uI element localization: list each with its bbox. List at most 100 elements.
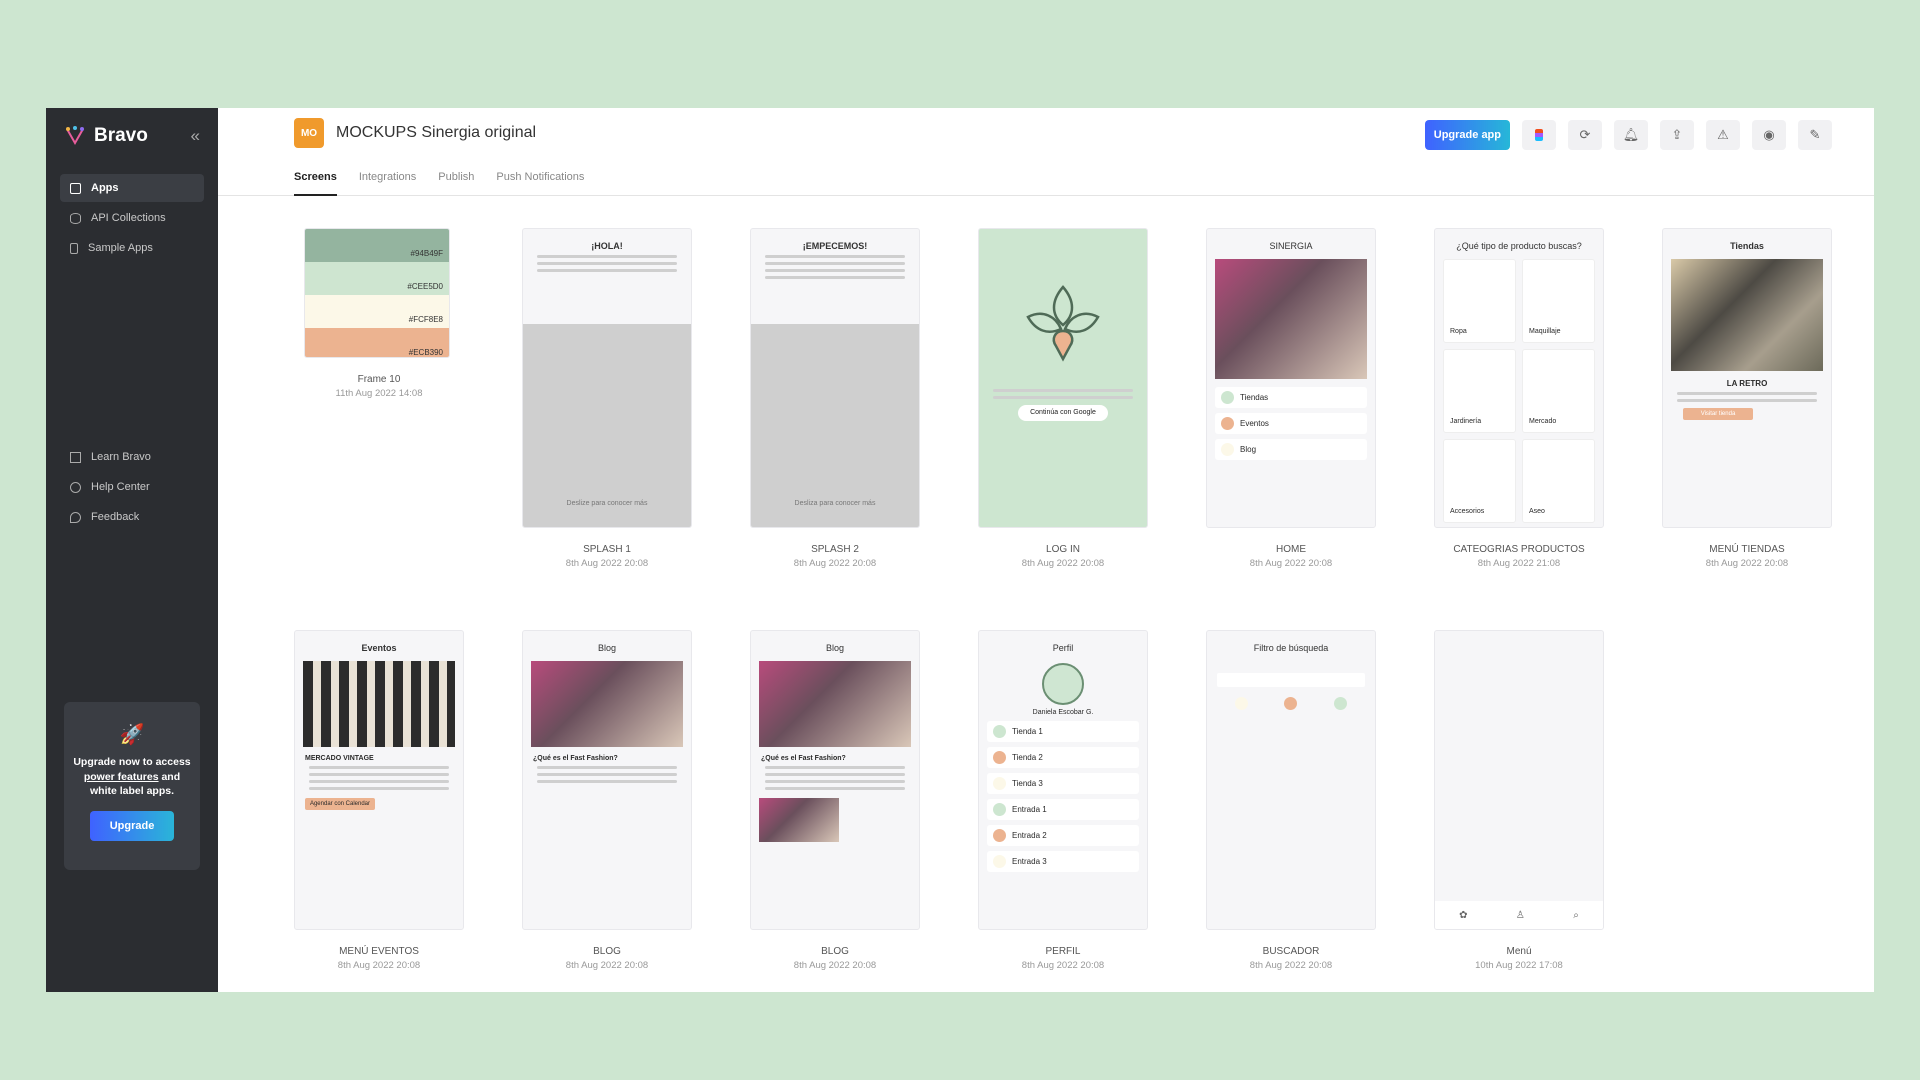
screen-date: 8th Aug 2022 20:08 — [337, 960, 421, 971]
upgrade-button[interactable]: Upgrade — [90, 811, 174, 842]
screen-card[interactable]: Continúa con Google LOG IN 8th Aug 2022 2… — [978, 228, 1148, 569]
screen-card[interactable]: Blog ¿Qué es el Fast Fashion? BLOG 8th Au… — [522, 630, 692, 971]
screen-card[interactable]: ¿Qué tipo de producto buscas? Ropa Maqui… — [1434, 228, 1604, 569]
screen-card[interactable]: ¡HOLA! Deslize para conocer más SPLASH 1… — [522, 228, 692, 569]
screen-card[interactable]: Filtro de búsqueda BUSCADOR 8th Aug 2022 … — [1206, 630, 1376, 971]
sidebar-item-feedback[interactable]: Feedback — [60, 503, 204, 531]
screen-date: 8th Aug 2022 20:08 — [1249, 558, 1333, 569]
main-content: MO MOCKUPS Sinergia original Upgrade app… — [218, 108, 1874, 992]
screen-thumbnail: ¿Qué tipo de producto buscas? Ropa Maqui… — [1434, 228, 1604, 528]
screen-caption: HOME 8th Aug 2022 20:08 — [1206, 544, 1376, 569]
screen-date: 8th Aug 2022 20:08 — [793, 558, 877, 569]
bell-icon[interactable]: 🔔︎ — [1614, 120, 1648, 150]
screen-caption: MENÚ EVENTOS 8th Aug 2022 20:08 — [294, 946, 464, 971]
chat-icon — [70, 511, 81, 523]
alert-icon[interactable]: ⚠ — [1706, 120, 1740, 150]
screen-card[interactable]: Eventos MERCADO VINTAGE Agendar con Cale… — [294, 630, 464, 971]
search-input — [1217, 673, 1365, 687]
screen-date: 8th Aug 2022 20:08 — [1021, 558, 1105, 569]
store-image — [1671, 259, 1823, 371]
app-title: MOCKUPS Sinergia original — [336, 124, 537, 141]
eye-icon[interactable]: ◉ — [1752, 120, 1786, 150]
list-item: Entrada 2 — [987, 825, 1139, 846]
sidebar-item-learn-bravo[interactable]: Learn Bravo — [60, 443, 204, 471]
screen-caption: Menú 10th Aug 2022 17:08 — [1434, 946, 1604, 971]
blog-image — [759, 661, 911, 747]
tab-screens[interactable]: Screens — [294, 158, 337, 196]
upload-icon[interactable]: ⇪ — [1660, 120, 1694, 150]
screen-name: MENÚ EVENTOS — [339, 946, 419, 957]
list-item: Entrada 3 — [987, 851, 1139, 872]
brand-name: Bravo — [94, 125, 148, 146]
avatar — [1042, 663, 1084, 705]
sidebar-item-label: API Collections — [91, 212, 166, 224]
screen-card[interactable]: SINERGIA Tiendas Eventos Blog HOME 8th Au… — [1206, 228, 1376, 569]
screens-grid: #94B49F #CEE5D0 #FCF8E8 #ECB390 Frame 10… — [218, 108, 1874, 992]
screen-date: 8th Aug 2022 20:08 — [1705, 558, 1789, 569]
screen-thumbnail: #94B49F #CEE5D0 #FCF8E8 #ECB390 — [304, 228, 450, 358]
screen-card[interactable]: ¡EMPECEMOS! Desliza para conocer más SPL… — [750, 228, 920, 569]
screen-name: LOG IN — [1046, 544, 1080, 555]
tab-integrations[interactable]: Integrations — [359, 158, 416, 196]
screen-thumbnail: ✿ ♙ ⌕ — [1434, 630, 1604, 930]
app-window: Bravo « Apps API Collections Sample Apps… — [46, 108, 1874, 992]
sidebar-item-label: Sample Apps — [88, 242, 153, 254]
sidebar-item-apps[interactable]: Apps — [60, 174, 204, 202]
blog-image-2 — [759, 798, 839, 842]
sidebar-item-sample-apps[interactable]: Sample Apps — [60, 234, 204, 262]
blog-image — [531, 661, 683, 747]
app-badge: MO — [294, 118, 324, 148]
category-item: Ropa — [1443, 259, 1516, 343]
swatch: #FCF8E8 — [305, 295, 449, 328]
category-item: Jardinería — [1443, 349, 1516, 433]
sidebar-item-label: Help Center — [91, 481, 150, 493]
screen-card[interactable]: ✿ ♙ ⌕ Menú 10th Aug 2022 17:08 — [1434, 630, 1604, 971]
screen-caption: Frame 10 11th Aug 2022 14:08 — [294, 374, 464, 399]
category-item: Mercado — [1522, 349, 1595, 433]
list-item: Tienda 2 — [987, 747, 1139, 768]
wrench-icon[interactable]: ✎ — [1798, 120, 1832, 150]
refresh-icon[interactable]: ⟳ — [1568, 120, 1602, 150]
upgrade-card: 🚀 Upgrade now to access power features a… — [64, 702, 200, 870]
screen-title: SINERGIA — [1269, 241, 1313, 251]
brand[interactable]: Bravo « — [46, 108, 218, 164]
upgrade-text: Upgrade now to access power features and… — [64, 755, 200, 799]
screen-title: ¿Qué tipo de producto buscas? — [1456, 241, 1582, 251]
tab-publish[interactable]: Publish — [438, 158, 474, 196]
screen-date: 8th Aug 2022 20:08 — [793, 960, 877, 971]
power-features-link[interactable]: power features — [84, 771, 159, 783]
screen-name: BLOG — [821, 946, 849, 957]
screen-name: HOME — [1276, 544, 1306, 555]
double-chevron-left-icon[interactable]: « — [191, 126, 200, 146]
swatch: #CEE5D0 — [305, 262, 449, 295]
sidebar-item-help-center[interactable]: Help Center — [60, 473, 204, 501]
screen-date: 8th Aug 2022 20:08 — [1021, 960, 1105, 971]
screen-caption: SPLASH 2 8th Aug 2022 20:08 — [750, 544, 920, 569]
sidebar: Bravo « Apps API Collections Sample Apps… — [46, 108, 218, 992]
blog-heading: ¿Qué es el Fast Fashion? — [761, 755, 846, 762]
tab-push-notifications[interactable]: Push Notifications — [496, 158, 584, 196]
screen-thumbnail: ¡HOLA! Deslize para conocer más — [522, 228, 692, 528]
event-title: MERCADO VINTAGE — [305, 755, 374, 762]
screen-title: Eventos — [361, 643, 397, 653]
bottom-tab-bar: ✿ ♙ ⌕ — [1435, 901, 1603, 929]
figma-icon[interactable] — [1522, 120, 1556, 150]
image-placeholder — [523, 324, 691, 527]
screen-date: 8th Aug 2022 20:08 — [565, 960, 649, 971]
home-icon: ✿ — [1459, 909, 1468, 921]
screen-card[interactable]: Perfil Daniela Escobar G. Tienda 1 Tiend… — [978, 630, 1148, 971]
rocket-icon: 🚀 — [119, 724, 145, 746]
screen-thumbnail: Tiendas LA RETRO Visitar tienda — [1662, 228, 1832, 528]
screen-card[interactable]: #94B49F #CEE5D0 #FCF8E8 #ECB390 Frame 10… — [294, 228, 464, 399]
sidebar-item-api-collections[interactable]: API Collections — [60, 204, 204, 232]
sidebar-item-label: Feedback — [91, 511, 140, 523]
screen-card[interactable]: Tiendas LA RETRO Visitar tienda MENÚ TIE… — [1662, 228, 1832, 569]
blog-heading: ¿Qué es el Fast Fashion? — [533, 755, 618, 762]
sidebar-nav: Apps API Collections Sample Apps — [46, 174, 218, 262]
upgrade-app-button[interactable]: Upgrade app — [1424, 120, 1510, 150]
screen-date: 8th Aug 2022 20:08 — [565, 558, 649, 569]
category-item: Maquillaje — [1522, 259, 1595, 343]
screen-caption: BUSCADOR 8th Aug 2022 20:08 — [1206, 946, 1376, 971]
screen-card[interactable]: Blog ¿Qué es el Fast Fashion? BLOG 8th Au… — [750, 630, 920, 971]
screen-name: PERFIL — [1045, 946, 1081, 957]
